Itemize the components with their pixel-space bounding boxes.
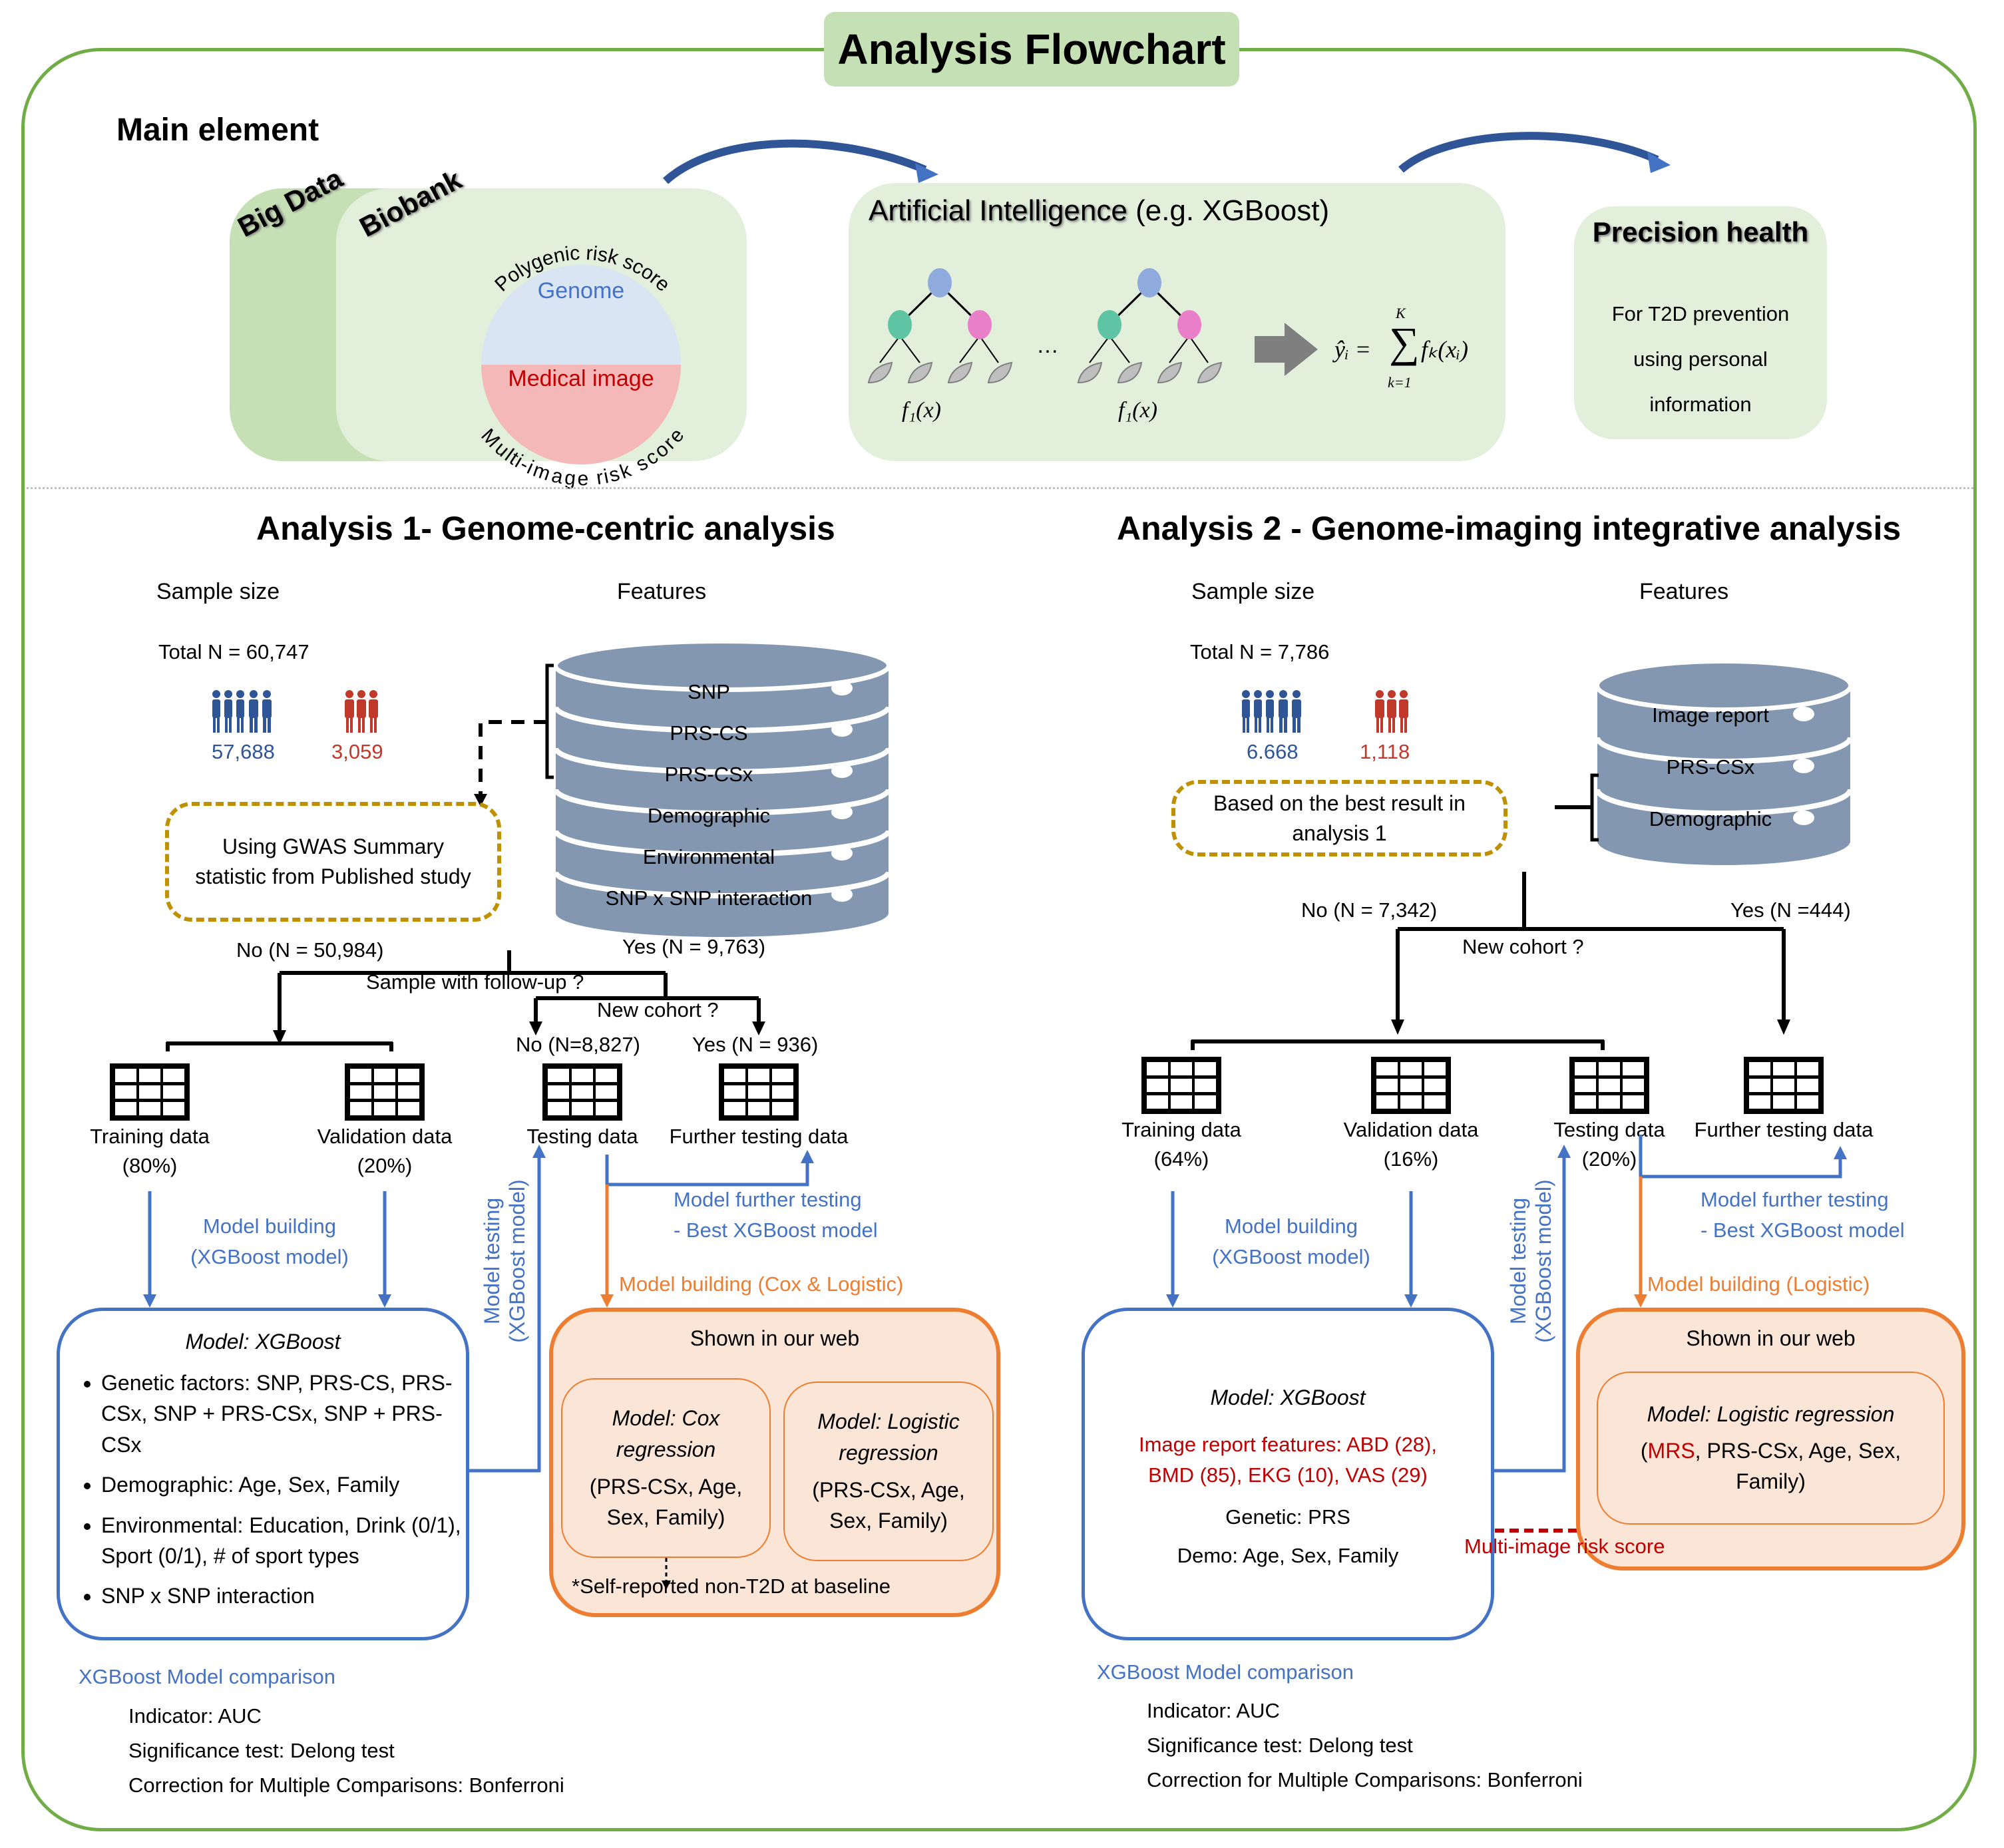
image-feature-line: BMD (85), EKG (10), VAS (29) xyxy=(1148,1463,1428,1487)
a2-xgb-title: Model: XGBoost xyxy=(1210,1386,1366,1409)
label-line: Model building xyxy=(1225,1214,1358,1238)
label-line: - Best XGBoost model xyxy=(1701,1218,1905,1242)
a2-model-building-label: Model building (XGBoost model) xyxy=(1191,1211,1391,1272)
a2-logit-title: Model: Logistic regression xyxy=(1647,1402,1895,1427)
a2-comparison-line: Indicator: AUC xyxy=(1147,1699,1280,1722)
a2-further-testing-label: Model further testing - Best XGBoost mod… xyxy=(1701,1185,1905,1246)
label-line: Model further testing xyxy=(1701,1188,1889,1211)
a2-web-box: Shown in our web Model: Logistic regress… xyxy=(1576,1308,1965,1571)
a2-orange-model-building-label: Model building (Logistic) xyxy=(1647,1272,1870,1296)
paren: ( xyxy=(1640,1438,1648,1463)
label-line: Model testing xyxy=(1506,1197,1530,1325)
label-line: (XGBoost model) xyxy=(1531,1179,1556,1343)
label-line: (XGBoost model) xyxy=(1212,1245,1370,1268)
mrs-label: Multi-image risk score xyxy=(1464,1535,1665,1558)
a2-xgboost-model-box: Model: XGBoost Image report features: AB… xyxy=(1082,1308,1494,1640)
a2-comparison-list: Indicator: AUC Significance test: Delong… xyxy=(1147,1694,1583,1797)
a2-logistic-model-box: Model: Logistic regression (MRS, PRS-CSx… xyxy=(1597,1372,1945,1525)
a2-genetic: Genetic: PRS xyxy=(1225,1505,1350,1529)
logit-vars-rest: , PRS-CSx, Age, Sex, Family) xyxy=(1695,1438,1902,1494)
a2-web-title: Shown in our web xyxy=(1686,1326,1856,1350)
a2-model-testing-label: Model testing (XGBoost model) xyxy=(1505,1165,1557,1358)
a2-image-features: Image report features: ABD (28), BMD (85… xyxy=(1085,1429,1491,1491)
image-feature-line: Image report features: ABD (28), xyxy=(1139,1433,1437,1456)
mrs-token: MRS xyxy=(1647,1438,1695,1463)
a2-model-flow xyxy=(1166,1135,1847,1533)
a2-demo: Demo: Age, Sex, Family xyxy=(1177,1544,1399,1567)
a2-comparison-line: Significance test: Delong test xyxy=(1147,1734,1413,1757)
a2-comparison-title: XGBoost Model comparison xyxy=(1097,1660,1354,1684)
a2-comparison-line: Correction for Multiple Comparisons: Bon… xyxy=(1147,1768,1583,1791)
a2-logit-vars: (MRS, PRS-CSx, Age, Sex, Family) xyxy=(1638,1435,1904,1497)
